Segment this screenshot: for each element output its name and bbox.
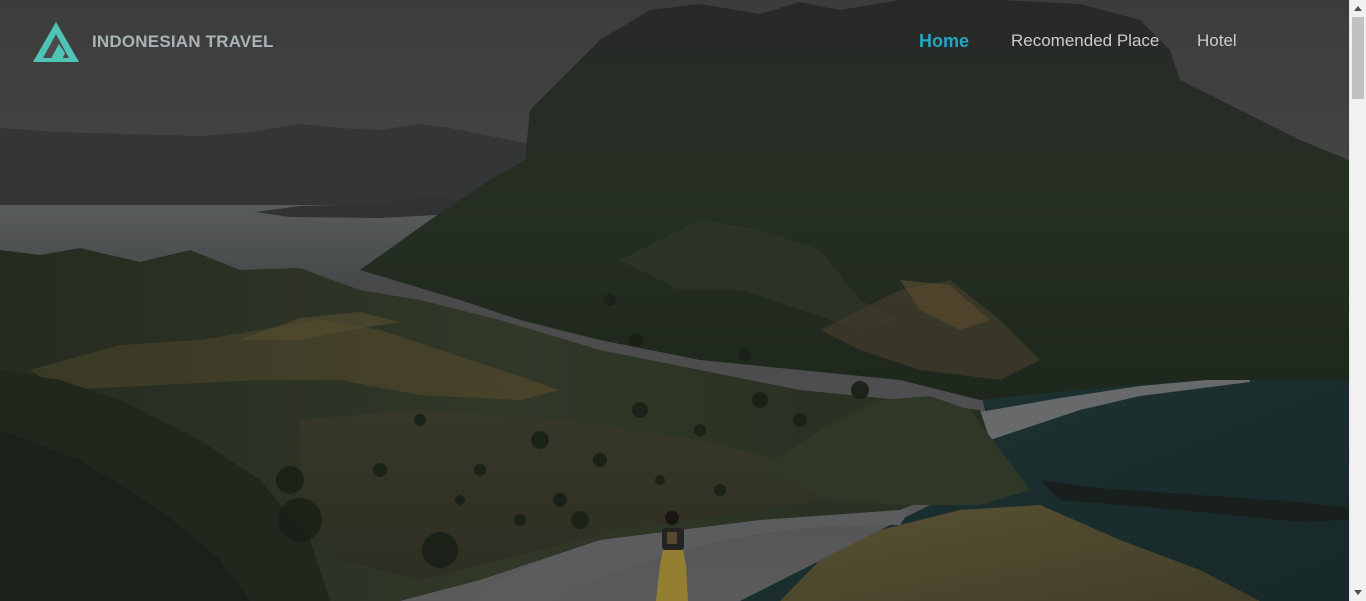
nav-menu: Home Recomended Place Hotel xyxy=(0,30,1349,54)
scroll-thumb[interactable] xyxy=(1352,17,1364,99)
page: INDONESIAN TRAVEL Home Recomended Place … xyxy=(0,0,1366,601)
hero-background-image xyxy=(0,0,1349,601)
vertical-scrollbar[interactable] xyxy=(1349,0,1366,601)
hero-section: INDONESIAN TRAVEL Home Recomended Place … xyxy=(0,0,1349,601)
navbar: INDONESIAN TRAVEL Home Recomended Place … xyxy=(0,0,1349,90)
nav-item-home[interactable]: Home xyxy=(919,30,969,52)
scroll-up-arrow-icon[interactable] xyxy=(1350,0,1366,17)
nav-item-recomended-place[interactable]: Recomended Place xyxy=(1011,30,1159,52)
nav-item-hotel[interactable]: Hotel xyxy=(1197,30,1237,52)
scroll-down-arrow-icon[interactable] xyxy=(1350,584,1366,601)
